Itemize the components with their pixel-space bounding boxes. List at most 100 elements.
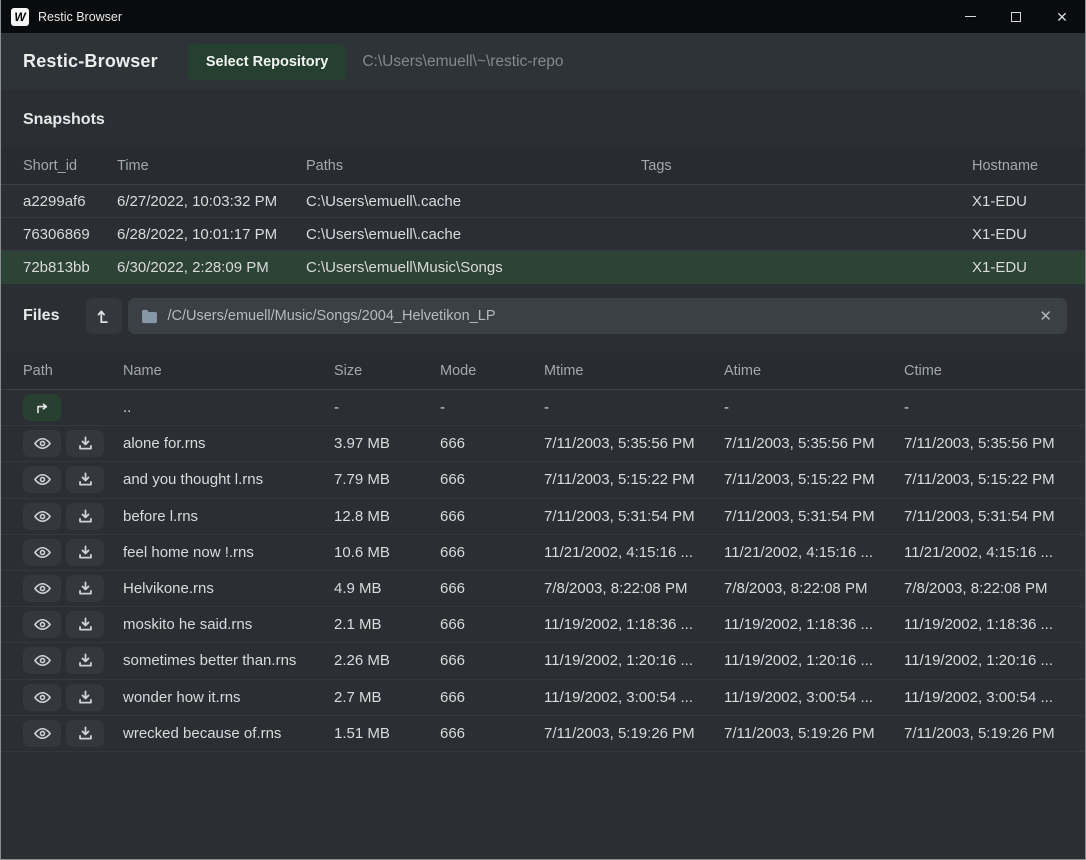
- preview-file-button[interactable]: [23, 466, 61, 493]
- select-repository-button[interactable]: Select Repository: [188, 44, 347, 80]
- file-size: 12.8 MB: [334, 508, 440, 525]
- parent-dir-arrow-icon: [34, 400, 50, 416]
- file-name: sometimes better than.rns: [123, 652, 334, 669]
- download-file-button[interactable]: [66, 466, 104, 493]
- preview-file-button[interactable]: [23, 430, 61, 457]
- eye-icon: [33, 473, 52, 486]
- col-size: Size: [334, 363, 440, 379]
- file-mtime: 7/11/2003, 5:15:22 PM: [544, 471, 724, 488]
- file-mode: 666: [440, 508, 544, 525]
- snapshot-short-id: a2299af6: [23, 193, 117, 210]
- file-size: -: [334, 399, 440, 416]
- download-file-button[interactable]: [66, 611, 104, 638]
- preview-file-button[interactable]: [23, 539, 61, 566]
- preview-file-button[interactable]: [23, 575, 61, 602]
- file-row: Helvikone.rns 4.9 MB 666 7/8/2003, 8:22:…: [1, 571, 1085, 607]
- snapshot-time: 6/27/2022, 10:03:32 PM: [117, 193, 306, 210]
- file-atime: 11/21/2002, 4:15:16 ...: [724, 544, 904, 561]
- file-row: sometimes better than.rns 2.26 MB 666 11…: [1, 643, 1085, 679]
- current-path-input[interactable]: /C/Users/emuell/Music/Songs/2004_Helveti…: [128, 298, 1067, 334]
- download-icon: [78, 436, 93, 451]
- file-name: ..: [123, 399, 334, 416]
- files-table-header: Path Name Size Mode Mtime Atime Ctime: [1, 353, 1085, 390]
- download-file-button[interactable]: [66, 430, 104, 457]
- col-short-id: Short_id: [23, 158, 117, 174]
- file-mtime: 7/8/2003, 8:22:08 PM: [544, 580, 724, 597]
- file-atime: 7/11/2003, 5:15:22 PM: [724, 471, 904, 488]
- file-mode: 666: [440, 616, 544, 633]
- clear-path-icon: ✕: [1039, 308, 1052, 325]
- preview-file-button[interactable]: [23, 611, 61, 638]
- download-icon: [78, 509, 93, 524]
- snapshot-time: 6/30/2022, 2:28:09 PM: [117, 259, 306, 276]
- download-icon: [78, 653, 93, 668]
- file-ctime: 7/11/2003, 5:31:54 PM: [904, 508, 1085, 525]
- download-file-button[interactable]: [66, 684, 104, 711]
- app-header: Restic-Browser Select Repository C:\User…: [1, 33, 1085, 90]
- download-file-button[interactable]: [66, 647, 104, 674]
- preview-file-button[interactable]: [23, 503, 61, 530]
- preview-file-button[interactable]: [23, 684, 61, 711]
- col-hostname: Hostname: [972, 158, 1085, 174]
- titlebar: W Restic Browser ✕: [1, 0, 1085, 33]
- snapshot-row[interactable]: 76306869 6/28/2022, 10:01:17 PM C:\Users…: [1, 218, 1085, 251]
- file-mode: 666: [440, 652, 544, 669]
- file-ctime: 7/11/2003, 5:15:22 PM: [904, 471, 1085, 488]
- clear-path-button[interactable]: ✕: [1037, 307, 1054, 325]
- file-mtime: 7/11/2003, 5:31:54 PM: [544, 508, 724, 525]
- preview-file-button[interactable]: [23, 647, 61, 674]
- snapshot-hostname: X1-EDU: [972, 259, 1085, 276]
- minimize-icon: [965, 16, 976, 17]
- go-up-level-button[interactable]: [86, 298, 122, 334]
- download-icon: [78, 726, 93, 741]
- repository-path-text: C:\Users\emuell\~\restic-repo: [362, 53, 563, 71]
- file-row: before l.rns 12.8 MB 666 7/11/2003, 5:31…: [1, 499, 1085, 535]
- eye-icon: [33, 654, 52, 667]
- file-mtime: 11/19/2002, 1:18:36 ...: [544, 616, 724, 633]
- file-mode: 666: [440, 580, 544, 597]
- file-row: wrecked because of.rns 1.51 MB 666 7/11/…: [1, 716, 1085, 752]
- download-icon: [78, 690, 93, 705]
- download-file-button[interactable]: [66, 503, 104, 530]
- download-file-button[interactable]: [66, 539, 104, 566]
- eye-icon: [33, 691, 52, 704]
- file-row: wonder how it.rns 2.7 MB 666 11/19/2002,…: [1, 680, 1085, 716]
- file-atime: 11/19/2002, 1:18:36 ...: [724, 616, 904, 633]
- files-table-body: alone for.rns 3.97 MB 666 7/11/2003, 5:3…: [1, 426, 1085, 752]
- file-name: Helvikone.rns: [123, 580, 334, 597]
- file-size: 3.97 MB: [334, 435, 440, 452]
- close-button[interactable]: ✕: [1039, 0, 1085, 33]
- preview-file-button[interactable]: [23, 720, 61, 747]
- col-atime: Atime: [724, 363, 904, 379]
- file-ctime: 11/19/2002, 1:18:36 ...: [904, 616, 1085, 633]
- snapshots-table-header: Short_id Time Paths Tags Hostname: [1, 148, 1085, 185]
- snapshot-row[interactable]: a2299af6 6/27/2022, 10:03:32 PM C:\Users…: [1, 185, 1085, 218]
- up-level-icon: [96, 308, 113, 325]
- eye-icon: [33, 546, 52, 559]
- eye-icon: [33, 437, 52, 450]
- col-mode: Mode: [440, 363, 544, 379]
- file-mode: 666: [440, 725, 544, 742]
- maximize-button[interactable]: [993, 0, 1039, 33]
- snapshots-section-title: Snapshots: [1, 111, 1085, 129]
- file-row: feel home now !.rns 10.6 MB 666 11/21/20…: [1, 535, 1085, 571]
- eye-icon: [33, 582, 52, 595]
- snapshot-hostname: X1-EDU: [972, 226, 1085, 243]
- download-file-button[interactable]: [66, 720, 104, 747]
- file-mode: 666: [440, 471, 544, 488]
- snapshot-time: 6/28/2022, 10:01:17 PM: [117, 226, 306, 243]
- file-mtime: 7/11/2003, 5:35:56 PM: [544, 435, 724, 452]
- download-file-button[interactable]: [66, 575, 104, 602]
- parent-directory-row: .. - - - - -: [1, 390, 1085, 426]
- eye-icon: [33, 618, 52, 631]
- file-atime: 7/11/2003, 5:19:26 PM: [724, 725, 904, 742]
- col-path: Path: [23, 363, 123, 379]
- snapshot-row[interactable]: 72b813bb 6/30/2022, 2:28:09 PM C:\Users\…: [1, 251, 1085, 284]
- snapshot-paths: C:\Users\emuell\Music\Songs: [306, 259, 641, 276]
- download-icon: [78, 581, 93, 596]
- minimize-button[interactable]: [947, 0, 993, 33]
- file-mtime: 7/11/2003, 5:19:26 PM: [544, 725, 724, 742]
- open-parent-directory-button[interactable]: [23, 394, 61, 421]
- app-name: Restic-Browser: [23, 51, 158, 72]
- col-mtime: Mtime: [544, 363, 724, 379]
